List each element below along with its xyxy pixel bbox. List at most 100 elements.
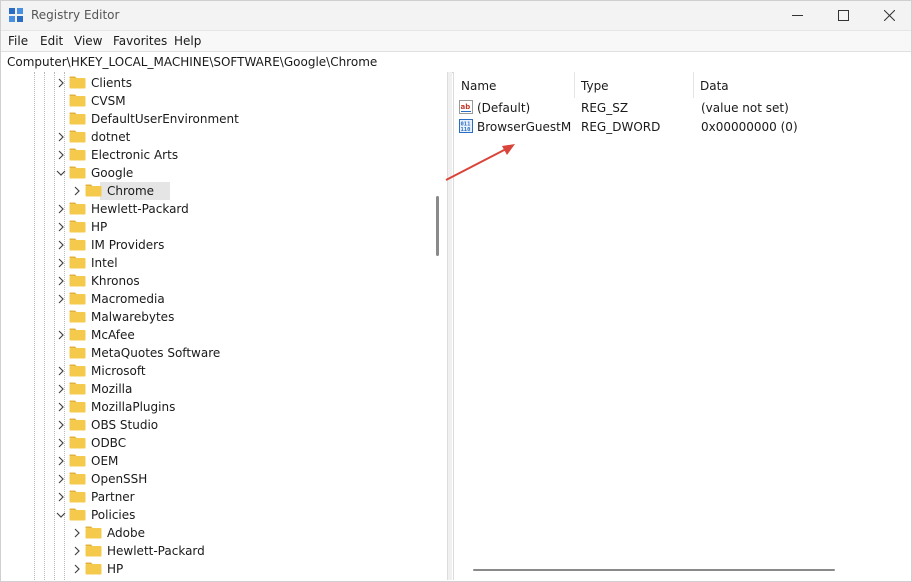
chevron-down-icon[interactable] [56,510,66,520]
folder-icon [85,544,102,557]
tree-item[interactable]: Intel [0,254,420,272]
value-row[interactable]: ab (Default) REG_SZ (value not set) [454,98,912,117]
tree-item-label: Macromedia [91,292,165,306]
menu-view[interactable]: View [74,34,102,48]
tree-item[interactable]: DefaultUserEnvironment [0,110,420,128]
folder-icon [69,400,86,413]
chevron-right-icon[interactable] [56,258,66,268]
tree-item[interactable]: HP [0,560,420,578]
tree-item-label: MetaQuotes Software [91,346,221,360]
tree-item-label: Khronos [91,274,140,288]
minimize-icon [791,14,803,16]
tree-item-label: McAfee [91,328,135,342]
value-row[interactable]: 011 110 BrowserGuestM... REG_DWORD 0x000… [454,117,912,136]
chevron-right-icon[interactable] [56,384,66,394]
chevron-right-icon[interactable] [56,366,66,376]
menu-favorites[interactable]: Favorites [113,34,167,48]
chevron-right-icon[interactable] [56,204,66,214]
tree-item[interactable]: Hewlett-Packard [0,542,420,560]
chevron-right-icon[interactable] [72,564,82,574]
minimize-button[interactable] [774,0,820,30]
folder-icon [69,292,86,305]
value-name: BrowserGuestM... [477,120,572,134]
binary-value-icon: 011 110 [459,119,473,133]
folder-icon [85,562,102,575]
chevron-right-icon[interactable] [72,528,82,538]
chevron-right-icon[interactable] [72,546,82,556]
chevron-right-icon[interactable] [56,276,66,286]
tree-item-label: CVSM [91,94,126,108]
folder-icon [69,274,86,287]
chevron-right-icon[interactable] [56,474,66,484]
chevron-right-icon[interactable] [56,420,66,430]
tree-item[interactable]: Partner [0,488,420,506]
list-scrollbar-thumb[interactable] [473,569,835,571]
tree-item[interactable]: Google [0,164,420,182]
tree-item-label: Google [91,166,134,180]
tree-item[interactable]: ODBC [0,434,420,452]
column-header-name-label: Name [461,79,497,93]
chevron-right-icon[interactable] [56,222,66,232]
tree-item[interactable]: Khronos [0,272,420,290]
close-icon [883,9,895,21]
column-header-data[interactable]: Data [693,72,912,98]
chevron-right-icon[interactable] [56,330,66,340]
menu-edit[interactable]: Edit [40,34,63,48]
chevron-right-icon[interactable] [72,186,82,196]
tree-item[interactable]: MetaQuotes Software [0,344,420,362]
tree-item[interactable]: OpenSSH [0,470,420,488]
tree-item-label: Hewlett-Packard [107,544,205,558]
menu-help[interactable]: Help [174,34,201,48]
chevron-right-icon[interactable] [56,294,66,304]
window-title: Registry Editor [31,8,120,22]
key-tree-pane[interactable]: Clients CVSM DefaultUserEnvironment dotnet E… [0,72,448,580]
tree-item[interactable]: Chrome [0,182,420,200]
address-bar[interactable]: Computer\HKEY_LOCAL_MACHINE\SOFTWARE\Goo… [0,51,912,73]
folder-icon [69,112,86,125]
tree-item[interactable]: Mozilla [0,380,420,398]
chevron-right-icon[interactable] [56,240,66,250]
maximize-button[interactable] [820,0,866,30]
tree-item[interactable]: HP [0,218,420,236]
tree-item[interactable]: OBS Studio [0,416,420,434]
address-path[interactable]: Computer\HKEY_LOCAL_MACHINE\SOFTWARE\Goo… [7,55,377,69]
menu-file[interactable]: File [8,34,28,48]
tree-item[interactable]: Policies [0,506,420,524]
tree-item[interactable]: Clients [0,74,420,92]
folder-icon [69,490,86,503]
chevron-right-icon[interactable] [56,402,66,412]
tree-item[interactable]: OEM [0,452,420,470]
folder-icon [69,202,86,215]
chevron-right-icon[interactable] [56,456,66,466]
chevron-right-icon[interactable] [56,132,66,142]
chevron-right-icon[interactable] [56,78,66,88]
column-header-name[interactable]: Name [454,72,575,98]
column-header-type[interactable]: Type [574,72,694,98]
tree-item[interactable]: MozillaPlugins [0,398,420,416]
tree-item-label: OBS Studio [91,418,159,432]
tree-scrollbar-thumb[interactable] [436,196,439,256]
chevron-right-icon[interactable] [56,150,66,160]
chevron-right-icon[interactable] [56,438,66,448]
value-list-pane[interactable]: Name Type Data ab (Default) REG_SZ (valu… [453,72,912,580]
tree-item-label: OEM [91,454,119,468]
tree-item[interactable]: Microsoft [0,362,420,380]
value-type: REG_DWORD [581,120,661,134]
folder-icon [69,436,86,449]
close-button[interactable] [866,0,912,30]
folder-icon [69,472,86,485]
tree-item[interactable]: dotnet [0,128,420,146]
registry-editor-icon [9,8,23,22]
chevron-down-icon[interactable] [56,168,66,178]
tree-item[interactable]: IM Providers [0,236,420,254]
tree-item[interactable]: Macromedia [0,290,420,308]
tree-item[interactable]: Adobe [0,524,420,542]
chevron-right-icon[interactable] [56,492,66,502]
tree-item[interactable]: Malwarebytes [0,308,420,326]
tree-item[interactable]: Electronic Arts [0,146,420,164]
tree-item[interactable]: Hewlett-Packard [0,200,420,218]
tree-item[interactable]: CVSM [0,92,420,110]
pane-splitter[interactable] [448,72,452,580]
folder-icon [69,508,86,521]
tree-item[interactable]: McAfee [0,326,420,344]
